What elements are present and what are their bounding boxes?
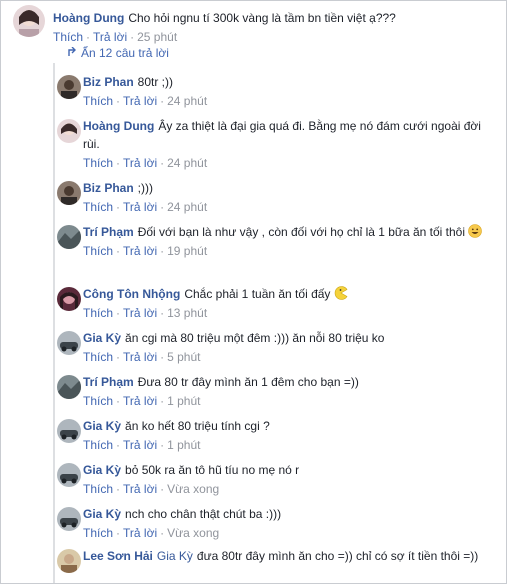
avatar[interactable] — [57, 331, 81, 355]
avatar[interactable] — [57, 507, 81, 531]
reply-time[interactable]: 5 phút — [167, 350, 200, 364]
avatar[interactable] — [57, 549, 81, 573]
reply-button[interactable]: Trả lời — [123, 350, 157, 364]
reply-author[interactable]: Gia Kỳ — [83, 463, 121, 477]
like-button[interactable]: Thích — [83, 526, 113, 540]
reply-time[interactable]: 1 phút — [167, 394, 200, 408]
reply-author[interactable]: Biz Phan — [83, 181, 134, 195]
reply-text: Chắc phải 1 tuần ăn tối đấy — [184, 287, 331, 301]
comment-author[interactable]: Hoàng Dung — [53, 11, 124, 25]
reply-button[interactable]: Trả lời — [123, 156, 157, 170]
comment-text: Cho hỏi ngnu tí 300k vàng là tầm bn tiền… — [128, 11, 396, 25]
reply-text: ;))) — [137, 181, 153, 195]
reply-time[interactable]: 1 phút — [167, 438, 200, 452]
reply-time[interactable]: 19 phút — [167, 244, 207, 258]
hide-replies-link[interactable]: Ẩn 12 câu trả lời — [67, 45, 169, 63]
reply-author[interactable]: Gia Kỳ — [83, 331, 121, 345]
like-button[interactable]: Thích — [83, 306, 113, 320]
grinning-face-emoji-icon — [468, 224, 483, 238]
reply-button[interactable]: Trả lời — [123, 438, 157, 452]
reply-time[interactable]: 24 phút — [167, 94, 207, 108]
like-button[interactable]: Thích — [83, 156, 113, 170]
like-button[interactable]: Thích — [53, 30, 83, 44]
reply-time[interactable]: Vừa xong — [167, 526, 219, 540]
thread-line — [53, 63, 55, 583]
like-button[interactable]: Thích — [83, 438, 113, 452]
reply-text: ăn ko hết 80 triệu tính cgi ? — [125, 419, 270, 433]
reply-button[interactable]: Trả lời — [123, 244, 157, 258]
like-button[interactable]: Thích — [83, 482, 113, 496]
reply-button[interactable]: Trả lời — [123, 482, 157, 496]
reply-author[interactable]: Hoàng Dung — [83, 119, 154, 133]
reply-text: bỏ 50k ra ăn tô hũ tíu no mẹ nó r — [125, 463, 300, 477]
hide-replies-label: Ẩn 12 câu trả lời — [81, 46, 169, 60]
comment-time[interactable]: 25 phút — [137, 30, 177, 44]
avatar[interactable] — [57, 119, 81, 143]
mention-link[interactable]: Gia Kỳ — [157, 549, 193, 563]
reply-button[interactable]: Trả lời — [123, 94, 157, 108]
reply-author[interactable]: Gia Kỳ — [83, 507, 121, 521]
reply-text: 80tr ;)) — [137, 75, 174, 89]
reply-author[interactable]: Gia Kỳ — [83, 419, 121, 433]
reply-time[interactable]: Vừa xong — [167, 482, 219, 496]
reply-button[interactable]: Trả lời — [123, 200, 157, 214]
reply-author[interactable]: Biz Phan — [83, 75, 134, 89]
like-button[interactable]: Thích — [83, 200, 113, 214]
like-button[interactable]: Thích — [83, 244, 113, 258]
avatar[interactable] — [13, 5, 45, 37]
reply-time[interactable]: 24 phút — [167, 200, 207, 214]
avatar[interactable] — [57, 375, 81, 399]
reply-author[interactable]: Lee Sơn Hải — [83, 549, 153, 563]
avatar[interactable] — [57, 75, 81, 99]
reply-button[interactable]: Trả lời — [123, 306, 157, 320]
reply-button[interactable]: Trả lời — [93, 30, 127, 44]
reply-text: đưa 80tr đây mình ăn cho =)) chỉ có sợ í… — [196, 549, 479, 563]
reply-time[interactable]: 24 phút — [167, 156, 207, 170]
avatar[interactable] — [57, 287, 81, 311]
like-button[interactable]: Thích — [83, 94, 113, 108]
reply-button[interactable]: Trả lời — [123, 526, 157, 540]
reply-time[interactable]: 13 phút — [167, 306, 207, 320]
avatar[interactable] — [57, 181, 81, 205]
reply-text: Đưa 80 tr đây mình ăn 1 đêm cho bạn =)) — [137, 375, 359, 389]
pacman-emoji-icon — [334, 286, 348, 300]
comment-actions: Thích · Trả lời · 25 phút — [53, 30, 178, 44]
reply-text: Đối với bạn là như vậy , còn đối với họ … — [137, 225, 466, 239]
reply-text: ăn cgi mà 80 triệu một đêm :))) ăn nỗi 8… — [125, 331, 385, 345]
comment-thread: Hoàng Dung Cho hỏi ngnu tí 300k vàng là t… — [0, 0, 507, 584]
like-button[interactable]: Thích — [83, 350, 113, 364]
like-button[interactable]: Thích — [83, 394, 113, 408]
reply-author[interactable]: Trí Phạm — [83, 375, 134, 389]
reply-author[interactable]: Công Tôn Nhộng — [83, 287, 180, 301]
reply-author[interactable]: Trí Phạm — [83, 225, 134, 239]
turn-up-arrow-icon — [67, 46, 77, 63]
reply-text: nch cho chân thật chút ba :))) — [125, 507, 282, 521]
avatar[interactable] — [57, 225, 81, 249]
reply-button[interactable]: Trả lời — [123, 394, 157, 408]
avatar[interactable] — [57, 419, 81, 443]
avatar[interactable] — [57, 463, 81, 487]
